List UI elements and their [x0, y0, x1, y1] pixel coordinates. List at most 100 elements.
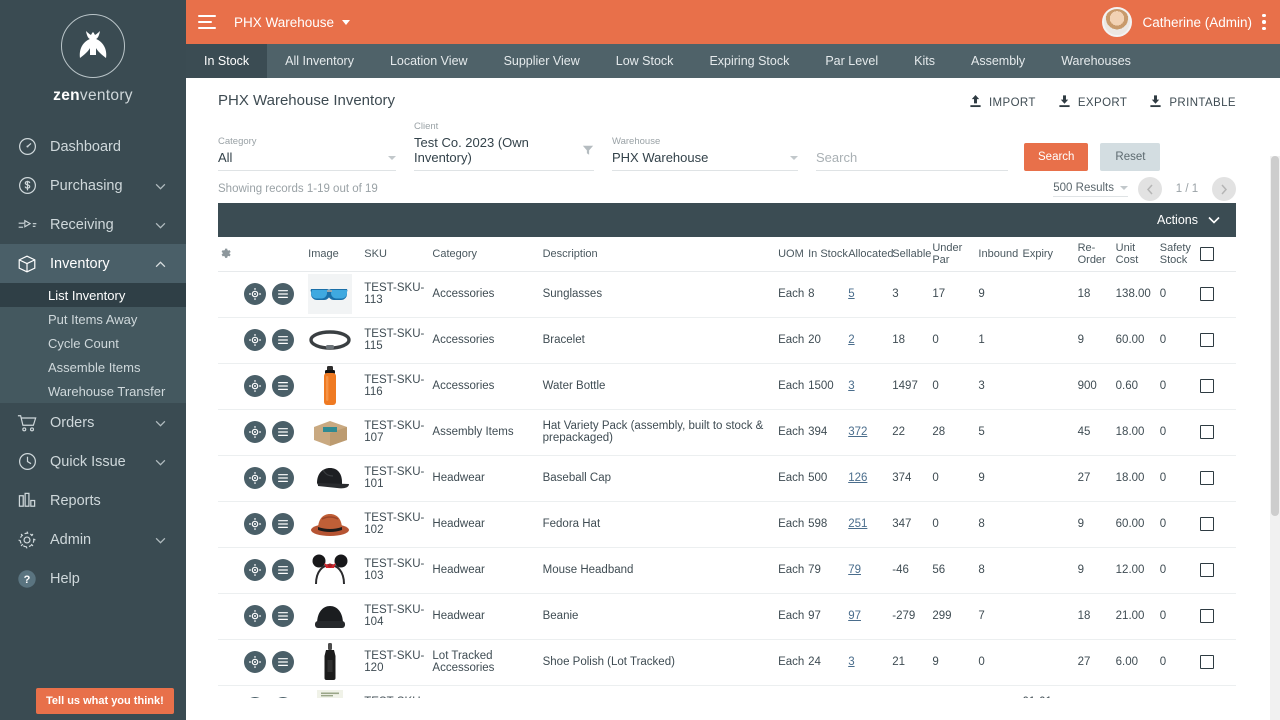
column-settings[interactable] [218, 237, 244, 271]
sidebar-item-assemble-items[interactable]: Assemble Items [0, 355, 186, 379]
list-lines-icon[interactable] [272, 467, 294, 489]
column-uom[interactable]: UOM [778, 237, 808, 271]
locate-target-icon[interactable] [244, 329, 266, 351]
list-lines-icon[interactable] [272, 513, 294, 535]
column-allocated[interactable]: Allocated [848, 237, 892, 271]
page-size-selector[interactable]: 500 Results [1053, 182, 1128, 197]
table-row[interactable]: TEST-SKU-115AccessoriesBraceletEach20218… [218, 317, 1236, 363]
row-checkbox[interactable] [1200, 563, 1214, 577]
sidebar-item-purchasing[interactable]: Purchasing [0, 166, 186, 205]
client-filter[interactable]: Client Test Co. 2023 (Own Inventory) [414, 121, 594, 171]
sidebar-item-help[interactable]: ? Help [0, 559, 186, 598]
locate-target-icon[interactable] [244, 559, 266, 581]
tab-kits[interactable]: Kits [896, 44, 953, 78]
next-page-button[interactable] [1212, 177, 1236, 201]
allocated-link[interactable]: 3 [848, 656, 854, 668]
sidebar-item-admin[interactable]: Admin [0, 520, 186, 559]
tab-all-inventory[interactable]: All Inventory [267, 44, 372, 78]
sidebar-item-reports[interactable]: Reports [0, 481, 186, 520]
column-description[interactable]: Description [543, 237, 778, 271]
reset-button[interactable]: Reset [1100, 143, 1160, 171]
export-button[interactable]: EXPORT [1058, 94, 1127, 111]
printable-button[interactable]: PRINTABLE [1149, 94, 1236, 111]
tab-low-stock[interactable]: Low Stock [598, 44, 692, 78]
allocated-link[interactable]: 372 [848, 426, 867, 438]
tab-warehouses[interactable]: Warehouses [1043, 44, 1149, 78]
column-category[interactable]: Category [432, 237, 542, 271]
sidebar-item-receiving[interactable]: Receiving [0, 205, 186, 244]
warehouse-selector[interactable]: PHX Warehouse [234, 15, 350, 30]
locate-target-icon[interactable] [244, 375, 266, 397]
table-row[interactable]: TEST-SKU-116AccessoriesWater BottleEach1… [218, 363, 1236, 409]
locate-target-icon[interactable] [244, 651, 266, 673]
warehouse-filter[interactable]: Warehouse PHX Warehouse [612, 136, 798, 171]
table-row[interactable]: TEST-SKU-104HeadwearBeanieEach9797-27929… [218, 593, 1236, 639]
allocated-link[interactable]: 126 [848, 472, 867, 484]
prev-page-button[interactable] [1138, 177, 1162, 201]
row-checkbox[interactable] [1200, 425, 1214, 439]
list-lines-icon[interactable] [272, 697, 294, 698]
gear-icon[interactable] [218, 247, 244, 261]
locate-target-icon[interactable] [244, 421, 266, 443]
hamburger-collapse-icon[interactable] [198, 14, 220, 30]
tab-assembly[interactable]: Assembly [953, 44, 1043, 78]
locate-target-icon[interactable] [244, 605, 266, 627]
column-unit-cost[interactable]: Unit Cost [1116, 237, 1160, 271]
tab-par-level[interactable]: Par Level [807, 44, 896, 78]
locate-target-icon[interactable] [244, 697, 266, 698]
column-image[interactable]: Image [308, 237, 364, 271]
table-row[interactable]: TEST-SKU-102HeadwearFedora HatEach598251… [218, 501, 1236, 547]
tab-in-stock[interactable]: In Stock [186, 44, 267, 78]
table-row[interactable]: TEST-SKU-103HeadwearMouse HeadbandEach79… [218, 547, 1236, 593]
allocated-link[interactable]: 79 [848, 564, 861, 576]
table-row[interactable]: TEST-SKU-101HeadwearBaseball CapEach5001… [218, 455, 1236, 501]
list-lines-icon[interactable] [272, 605, 294, 627]
allocated-link[interactable]: 3 [848, 380, 854, 392]
category-filter[interactable]: Category All [218, 136, 396, 171]
category-filter-value-wrap[interactable]: All [218, 150, 396, 171]
locate-target-icon[interactable] [244, 283, 266, 305]
search-input[interactable]: Search [816, 150, 1008, 165]
table-row[interactable]: TEST-SKU-117Perishable SnacksTrail MixEa… [218, 685, 1236, 698]
column-sku[interactable]: SKU [364, 237, 432, 271]
table-row[interactable]: TEST-SKU-113AccessoriesSunglassesEach853… [218, 271, 1236, 317]
row-checkbox[interactable] [1200, 609, 1214, 623]
kebab-menu-icon[interactable] [1262, 14, 1266, 31]
allocated-link[interactable]: 251 [848, 518, 867, 530]
search-field[interactable]: Search [816, 136, 1008, 171]
allocated-link[interactable]: 2 [848, 334, 854, 346]
tab-supplier-view[interactable]: Supplier View [486, 44, 598, 78]
actions-bar[interactable]: Actions [218, 203, 1236, 237]
page-scrollbar[interactable] [1270, 156, 1280, 720]
client-filter-value-wrap[interactable]: Test Co. 2023 (Own Inventory) [414, 135, 594, 171]
avatar[interactable] [1102, 7, 1132, 37]
column-under-par[interactable]: Under Par [932, 237, 978, 271]
sidebar-item-warehouse-transfer[interactable]: Warehouse Transfer [0, 379, 186, 403]
column-safety-stock[interactable]: Safety Stock [1160, 237, 1200, 271]
list-lines-icon[interactable] [272, 651, 294, 673]
row-checkbox[interactable] [1200, 471, 1214, 485]
sidebar-item-list-inventory[interactable]: List Inventory [0, 283, 186, 307]
column-re-order[interactable]: Re-Order [1078, 237, 1116, 271]
row-checkbox[interactable] [1200, 333, 1214, 347]
warehouse-filter-value-wrap[interactable]: PHX Warehouse [612, 150, 798, 171]
search-input-wrap[interactable]: Search [816, 150, 1008, 171]
locate-target-icon[interactable] [244, 513, 266, 535]
list-lines-icon[interactable] [272, 283, 294, 305]
column-sellable[interactable]: Sellable [892, 237, 932, 271]
sidebar-item-put-items-away[interactable]: Put Items Away [0, 307, 186, 331]
row-checkbox[interactable] [1200, 655, 1214, 669]
column-select-all[interactable] [1200, 237, 1236, 271]
column-in-stock[interactable]: In Stock [808, 237, 848, 271]
feedback-button[interactable]: Tell us what you think! [36, 688, 174, 714]
sidebar-item-inventory[interactable]: Inventory [0, 244, 186, 283]
tab-expiring-stock[interactable]: Expiring Stock [691, 44, 807, 78]
row-checkbox[interactable] [1200, 287, 1214, 301]
row-checkbox[interactable] [1200, 379, 1214, 393]
column-expiry[interactable]: Expiry [1023, 237, 1078, 271]
sidebar-item-orders[interactable]: Orders [0, 403, 186, 442]
locate-target-icon[interactable] [244, 467, 266, 489]
row-checkbox[interactable] [1200, 517, 1214, 531]
table-row[interactable]: TEST-SKU-107Assembly ItemsHat Variety Pa… [218, 409, 1236, 455]
list-lines-icon[interactable] [272, 329, 294, 351]
